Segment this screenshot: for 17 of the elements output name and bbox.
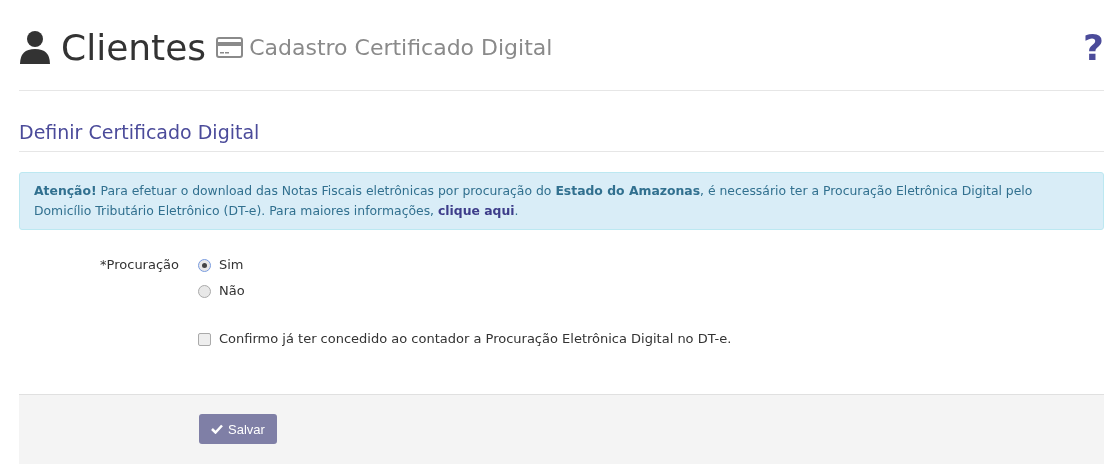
alert-message: Atenção! Para efetuar o download das Notas Fiscais eletrônicas por procuração do Estado do Amazonas, é necessário ter a Procuração Eletrônica Digital pelo Domicílio Tributário Eletrônico (DT-e). Para maiores informações, clique aqui.	[19, 172, 1104, 230]
user-icon	[19, 30, 51, 64]
help-icon[interactable]: ?	[1083, 26, 1104, 68]
radio-label: Sim	[219, 256, 244, 274]
page-title: Clientes	[61, 26, 207, 68]
save-button[interactable]: Salvar	[199, 414, 277, 444]
card-icon	[216, 36, 244, 58]
radio-button[interactable]	[198, 284, 211, 298]
check-icon	[211, 424, 223, 434]
more-info-link[interactable]: clique aqui	[438, 203, 515, 218]
field-label: *Procuração	[99, 256, 179, 274]
checkbox[interactable]	[198, 332, 211, 346]
section-title: Definir Certificado Digital	[19, 121, 1104, 152]
checkbox-label: Confirmo já ter concedido ao contador a Procuração Eletrônica Digital no DT-e.	[219, 330, 732, 348]
radio-button[interactable]	[198, 258, 211, 272]
radio-label: Não	[219, 282, 245, 300]
page-subtitle: Cadastro Certificado Digital	[249, 34, 553, 60]
